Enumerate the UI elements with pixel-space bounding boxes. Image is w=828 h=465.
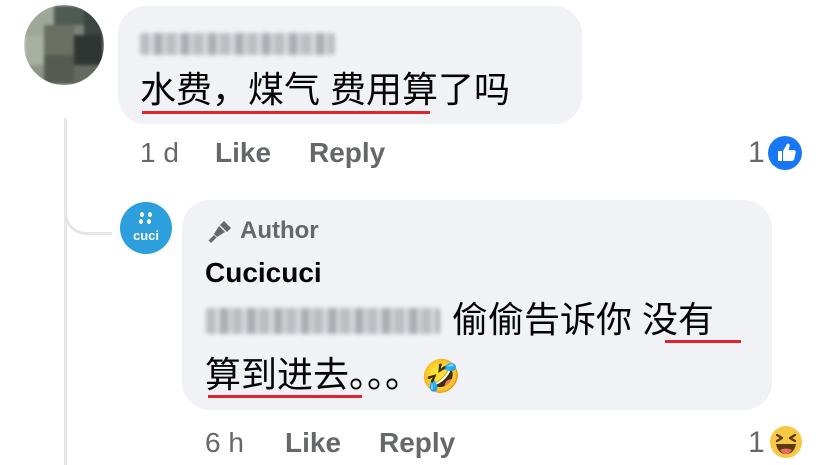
comment-time[interactable]: 1 d bbox=[140, 137, 179, 169]
comment-text-part1: 水费，煤气 费用 bbox=[140, 69, 403, 110]
thread-connector bbox=[64, 190, 112, 235]
reply-text-line1: 偷偷告诉你 没有 bbox=[452, 298, 714, 342]
haha-reaction-icon bbox=[768, 424, 804, 460]
microphone-icon bbox=[206, 218, 236, 246]
like-reaction-icon bbox=[768, 136, 802, 170]
reply-author-name[interactable]: Cucicuci bbox=[205, 257, 322, 289]
reply-reply-button[interactable]: Reply bbox=[379, 427, 455, 459]
reply-reaction-count: 1 bbox=[748, 426, 765, 459]
reply-annotation-underline-2 bbox=[208, 395, 362, 398]
reply-text-part4: 。。。 bbox=[349, 354, 422, 395]
thread-line bbox=[64, 118, 67, 465]
comment-text-part2: 算了吗 bbox=[402, 69, 511, 110]
comment-reply-button[interactable]: Reply bbox=[309, 137, 385, 169]
comment-annotation-underline bbox=[142, 111, 430, 114]
mentioned-name-redacted[interactable] bbox=[206, 308, 440, 334]
commenter-avatar-pixelated[interactable] bbox=[24, 5, 104, 85]
cucicuci-avatar[interactable]: cuci bbox=[120, 202, 172, 254]
comment-reaction-count: 1 bbox=[748, 136, 765, 169]
author-badge: Author bbox=[240, 217, 319, 244]
comment-like-button[interactable]: Like bbox=[215, 137, 271, 169]
reply-time[interactable]: 6 h bbox=[205, 427, 244, 459]
reply-like-button[interactable]: Like bbox=[285, 427, 341, 459]
reply-annotation-underline-1 bbox=[665, 340, 741, 343]
rofl-emoji-icon: 🤣 bbox=[421, 358, 461, 394]
reply-text-line2: 算到进去。。。🤣 bbox=[205, 353, 461, 398]
comment-text: 水费，煤气 费用算了吗 bbox=[140, 68, 510, 112]
reply-text-part2: 没有 bbox=[642, 299, 715, 340]
cucicuci-avatar-text: cuci bbox=[132, 228, 159, 243]
reply-text-part3: 算到进去 bbox=[205, 354, 350, 395]
reply-text-part1: 偷偷告诉你 bbox=[452, 299, 643, 340]
commenter-name-redacted[interactable] bbox=[140, 33, 335, 55]
